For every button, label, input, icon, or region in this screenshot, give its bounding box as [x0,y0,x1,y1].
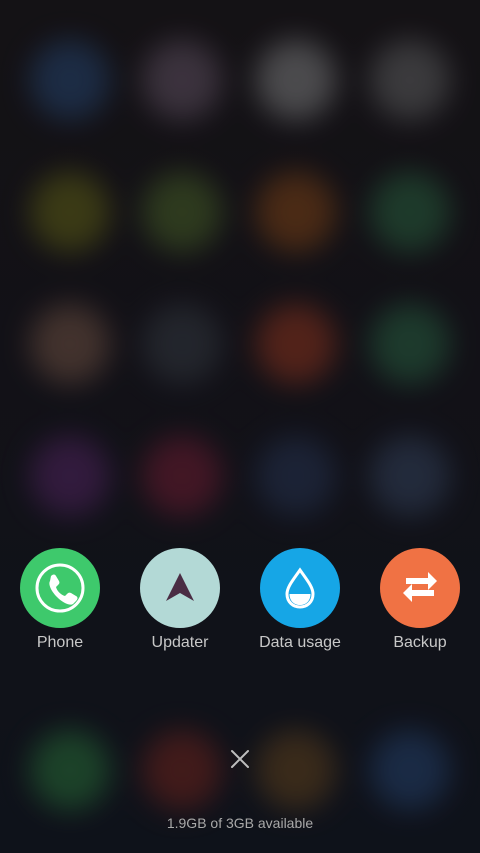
water-drop-icon[interactable] [260,548,340,628]
clear-all-button[interactable] [225,744,255,774]
app-label-backup: Backup [393,634,447,651]
transfer-arrows-icon[interactable] [380,548,460,628]
recents-screen: Phone Updater Data usage Backup 1.9GB of… [0,0,480,853]
app-label-phone: Phone [36,634,84,651]
updater-arrow-icon[interactable] [140,548,220,628]
dim-overlay [0,0,480,853]
app-label-updater: Updater [151,634,209,651]
recent-app-phone[interactable]: Phone [5,546,115,652]
recent-app-data-usage[interactable]: Data usage [245,546,355,652]
memory-status: 1.9GB of 3GB available [166,815,314,831]
close-icon [231,750,249,768]
recent-apps-row: Phone Updater Data usage Backup [0,546,480,656]
recent-app-backup[interactable]: Backup [365,546,475,652]
recent-app-updater[interactable]: Updater [125,546,235,652]
app-label-data-usage: Data usage [259,634,341,651]
phone-icon[interactable] [20,548,100,628]
